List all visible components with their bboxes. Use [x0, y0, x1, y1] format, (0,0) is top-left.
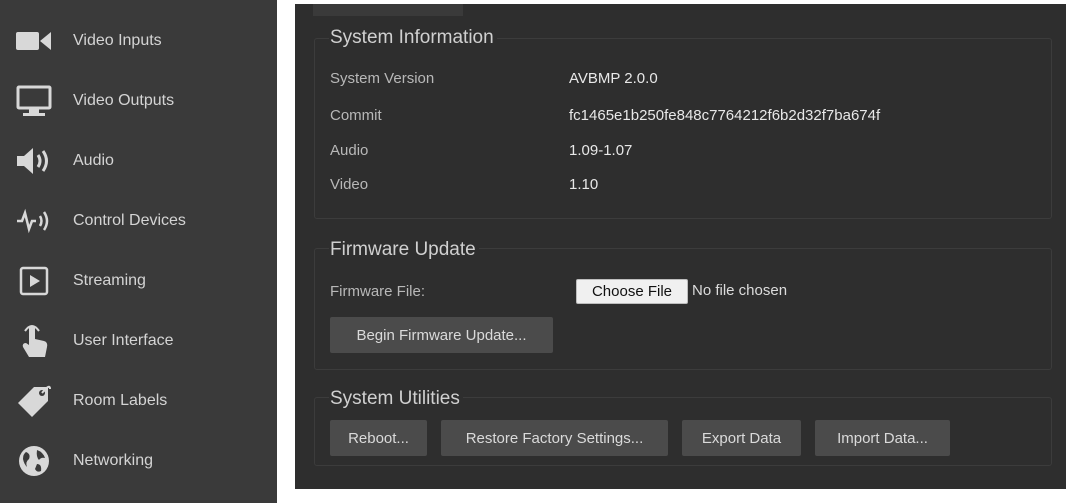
- sidebar-item-control-devices[interactable]: Control Devices: [0, 191, 277, 251]
- sidebar: Video Inputs Video Outputs Audio Control…: [0, 0, 277, 503]
- commit-label: Commit: [330, 107, 382, 124]
- right-edge: [1066, 0, 1077, 503]
- sidebar-item-label: Video Inputs: [73, 32, 162, 49]
- section-title: System Information: [329, 27, 497, 49]
- sidebar-item-video-outputs[interactable]: Video Outputs: [0, 71, 277, 131]
- sidebar-item-networking[interactable]: Networking: [0, 431, 277, 491]
- speaker-icon: [14, 143, 54, 179]
- sidebar-item-label: Audio: [73, 152, 114, 169]
- sidebar-item-video-inputs[interactable]: Video Inputs: [0, 11, 277, 71]
- play-icon: [14, 263, 54, 299]
- choose-file-button[interactable]: Choose File: [576, 279, 688, 304]
- globe-icon: [14, 443, 54, 479]
- bottom-edge: [295, 489, 1066, 503]
- sidebar-item-audio[interactable]: Audio: [0, 131, 277, 191]
- commit-value: fc1465e1b250fe848c7764212f6b2d32f7ba674f: [569, 107, 881, 124]
- file-status-text: No file chosen: [692, 282, 788, 299]
- panel-divider: [277, 0, 295, 503]
- monitor-icon: [14, 83, 54, 119]
- active-tab[interactable]: [313, 4, 463, 16]
- begin-firmware-update-button[interactable]: Begin Firmware Update...: [330, 317, 553, 353]
- firmware-file-label: Firmware File:: [330, 283, 426, 300]
- import-data-button[interactable]: Import Data...: [815, 420, 950, 456]
- sidebar-item-label: Streaming: [73, 272, 146, 289]
- sidebar-item-label: Control Devices: [73, 212, 186, 229]
- sidebar-item-label: Video Outputs: [73, 92, 175, 109]
- touch-hand-icon: [14, 323, 54, 359]
- system-version-value: AVBMP 2.0.0: [569, 70, 658, 87]
- reboot-button[interactable]: Reboot...: [330, 420, 427, 456]
- video-version-label: Video: [330, 176, 369, 193]
- sidebar-item-user-interface[interactable]: User Interface: [0, 311, 277, 371]
- system-information-section: System Information: [314, 27, 1052, 219]
- system-version-label: System Version: [330, 70, 435, 87]
- audio-version-value: 1.09-1.07: [569, 142, 633, 159]
- sidebar-item-room-labels[interactable]: Room Labels: [0, 371, 277, 431]
- sidebar-item-label: User Interface: [73, 332, 174, 349]
- section-title: Firmware Update: [329, 239, 479, 261]
- video-camera-icon: [14, 23, 54, 59]
- tag-icon: [14, 383, 54, 419]
- audio-version-label: Audio: [330, 142, 369, 159]
- section-title: System Utilities: [329, 388, 463, 410]
- control-signal-icon: [14, 203, 54, 239]
- sidebar-item-label: Room Labels: [73, 392, 168, 409]
- video-version-value: 1.10: [569, 176, 599, 193]
- restore-factory-settings-button[interactable]: Restore Factory Settings...: [441, 420, 668, 456]
- sidebar-item-streaming[interactable]: Streaming: [0, 251, 277, 311]
- export-data-button[interactable]: Export Data: [682, 420, 801, 456]
- sidebar-item-label: Networking: [73, 452, 154, 469]
